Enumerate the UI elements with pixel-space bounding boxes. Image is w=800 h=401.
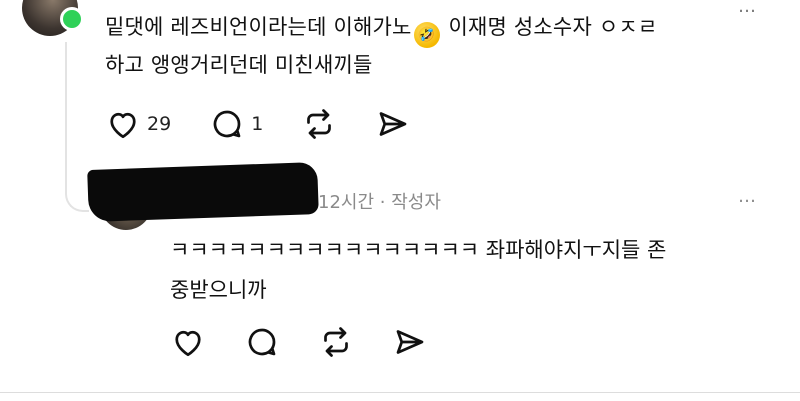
reply-line2: 중받으니까 [170, 278, 267, 302]
meta-separator: · [379, 192, 386, 213]
comment-line2: 하고 앵앵거리던데 미친새끼들 [105, 53, 373, 77]
reply-reply-button[interactable] [244, 324, 280, 360]
comment-icon [248, 328, 276, 356]
author-tag: 작성자 [391, 192, 441, 213]
like-button[interactable]: 29 [105, 106, 171, 142]
reply-actions [170, 324, 466, 360]
repost-button[interactable] [301, 106, 337, 142]
reply-time: 12시간 [318, 192, 375, 213]
reply-text: ㅋㅋㅋㅋㅋㅋㅋㅋㅋㅋㅋㅋㅋㅋㅋㅋ 좌파해야지ㅜ지들 존 중받으니까 [170, 230, 770, 310]
online-status-dot [60, 7, 84, 31]
thread-connector-line [65, 42, 89, 212]
rofl-emoji: 🤣 [413, 22, 440, 48]
comment-line1: 밑댓에 레즈비언이라는데 이해가노 [105, 15, 412, 39]
heart-icon [110, 112, 136, 139]
share-button[interactable] [375, 106, 411, 142]
divider [0, 392, 800, 393]
reply-meta: 12시간 · 작성자 [318, 188, 441, 214]
censored-username-scribble [87, 162, 319, 222]
share-icon [379, 112, 407, 136]
comment-line1-tail: 이재명 성소수자 ㅇㅈㄹ [448, 15, 658, 39]
repost-icon [307, 109, 332, 139]
reply-repost-button[interactable] [318, 324, 354, 360]
heart-icon [175, 330, 201, 357]
reply-line1: ㅋㅋㅋㅋㅋㅋㅋㅋㅋㅋㅋㅋㅋㅋㅋㅋ 좌파해야지ㅜ지들 존 [170, 238, 667, 262]
reply-more-options-icon[interactable]: … [738, 186, 758, 207]
comment-icon [213, 110, 241, 138]
share-icon [396, 330, 424, 354]
reply-button[interactable]: 1 [209, 106, 263, 142]
reply-like-button[interactable] [170, 324, 206, 360]
like-count: 29 [147, 113, 172, 135]
comment-text: 밑댓에 레즈비언이라는데 이해가노 🤣 이재명 성소수자 ㅇㅈㄹ 하고 앵앵거리던… [105, 10, 765, 83]
reply-share-button[interactable] [392, 324, 428, 360]
comment-actions: 29 1 [105, 106, 449, 142]
reply-count: 1 [251, 113, 264, 135]
repost-icon [324, 327, 348, 357]
